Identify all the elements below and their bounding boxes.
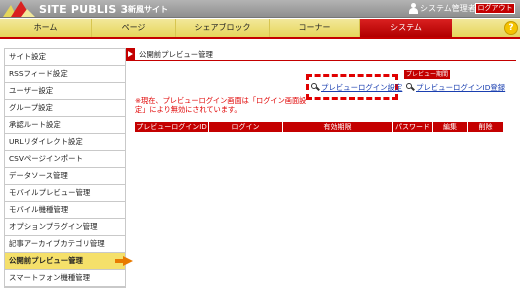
user-name: システム管理者 xyxy=(420,4,476,13)
sidebar-item-mobile-models[interactable]: モバイル機種管理 xyxy=(5,202,125,219)
login-table-header: プレビューログインID ログイン 有効期限 パスワード 編集 削除 xyxy=(135,122,503,132)
warning-line-1: ※現在、プレビューログイン画面は「ログイン画面設 xyxy=(135,96,307,105)
heading-marker-icon xyxy=(126,48,135,61)
user-icon xyxy=(408,3,418,14)
tab-page[interactable]: ページ xyxy=(92,19,176,37)
help-icon[interactable]: ? xyxy=(504,21,518,35)
user-area: システム管理者 xyxy=(408,3,476,14)
column-header-edit: 編集 xyxy=(433,122,468,132)
main-content: 公開前プレビュー管理 プレビュー期間 プレビューログイン設定 プレビューログイン… xyxy=(126,48,516,288)
sidebar-item-data-source[interactable]: データソース管理 xyxy=(5,168,125,185)
warning-message: ※現在、プレビューログイン画面は「ログイン画面設 定」により無効にされています。 xyxy=(135,96,310,114)
main-nav: ホーム ページ シェアブロック コーナー システム ? xyxy=(0,19,520,39)
sidebar-item-users[interactable]: ユーザー設定 xyxy=(5,83,125,100)
tab-corner[interactable]: コーナー xyxy=(270,19,360,37)
logo-icon xyxy=(3,1,35,17)
sidebar-item-approval-route[interactable]: 承認ルート設定 xyxy=(5,117,125,134)
column-header-login-id: プレビューログインID xyxy=(135,122,209,132)
site-name: 新風サイト xyxy=(128,5,168,14)
tab-system[interactable]: システム xyxy=(360,19,452,37)
preview-login-settings-link[interactable]: プレビューログイン設定 xyxy=(311,82,402,93)
tab-home[interactable]: ホーム xyxy=(0,19,92,37)
preview-period-badge: プレビュー期間 xyxy=(404,70,450,79)
column-header-expiry: 有効期限 xyxy=(283,122,393,132)
page-heading: 公開前プレビュー管理 xyxy=(126,48,516,61)
top-bar: SITE PUBLIS 3 新風サイト システム管理者 ログアウト xyxy=(0,0,520,18)
preview-login-settings-label: プレビューログイン設定 xyxy=(321,83,403,92)
search-icon xyxy=(311,83,320,92)
sidebar: サイト設定 RSSフィード設定 ユーザー設定 グループ設定 承認ルート設定 UR… xyxy=(4,48,133,288)
active-arrow-bar xyxy=(115,259,123,263)
preview-login-id-register-label: プレビューログインID登録 xyxy=(416,83,506,92)
search-icon xyxy=(406,83,415,92)
sidebar-item-site-settings[interactable]: サイト設定 xyxy=(5,49,125,66)
sidebar-item-archive-category[interactable]: 記事アーカイブカテゴリ管理 xyxy=(5,236,125,253)
warning-line-2: 定」により無効にされています。 xyxy=(135,105,242,114)
column-header-login: ログイン xyxy=(209,122,283,132)
sidebar-item-rss-feed[interactable]: RSSフィード設定 xyxy=(5,66,125,83)
sidebar-item-csv-import[interactable]: CSVページインポート xyxy=(5,151,125,168)
page-title: 公開前プレビュー管理 xyxy=(139,50,213,59)
preview-login-id-register-link[interactable]: プレビューログインID登録 xyxy=(406,82,505,93)
column-header-password: パスワード xyxy=(393,122,433,132)
sidebar-item-label: 公開前プレビュー管理 xyxy=(9,256,83,265)
app-logo-text: SITE PUBLIS 3 xyxy=(39,3,129,16)
tab-share-block[interactable]: シェアブロック xyxy=(176,19,270,37)
sidebar-item-groups[interactable]: グループ設定 xyxy=(5,100,125,117)
sidebar-item-url-redirect[interactable]: URLリダイレクト設定 xyxy=(5,134,125,151)
sidebar-item-mobile-preview[interactable]: モバイルプレビュー管理 xyxy=(5,185,125,202)
logout-button[interactable]: ログアウト xyxy=(475,3,515,14)
sidebar-item-smartphone-models[interactable]: スマートフォン機種管理 xyxy=(5,270,125,287)
sidebar-item-prerelease-preview[interactable]: 公開前プレビュー管理 xyxy=(5,253,133,270)
column-header-delete: 削除 xyxy=(478,123,493,131)
sidebar-item-option-plugins[interactable]: オプションプラグイン管理 xyxy=(5,219,125,236)
